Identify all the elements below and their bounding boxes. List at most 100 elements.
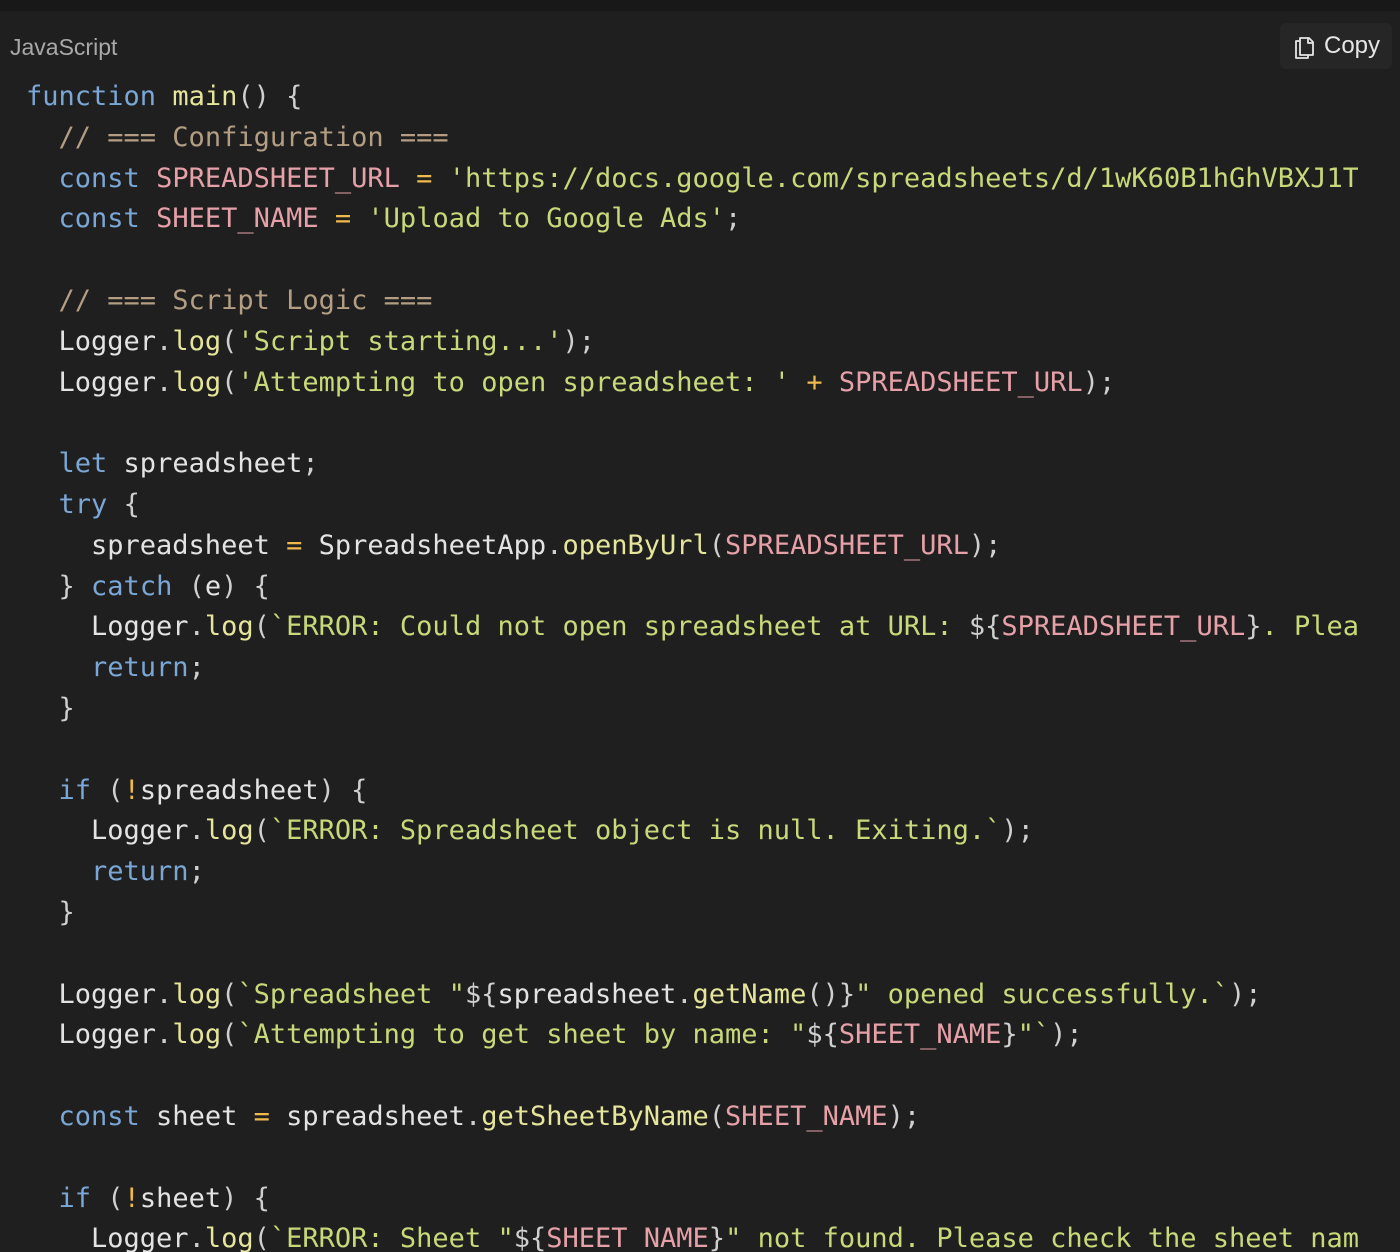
code-token: Logger xyxy=(26,978,157,1010)
code-line: return; xyxy=(26,648,1358,689)
code-token: spreadsheet xyxy=(497,978,677,1010)
code-token: SHEET_NAME xyxy=(725,1100,888,1132)
code-token: { xyxy=(253,570,270,602)
code-line: let spreadsheet; xyxy=(26,444,1358,485)
code-token: . xyxy=(676,978,693,1010)
code-token: let xyxy=(58,448,108,480)
code-token: ) xyxy=(318,774,335,806)
code-token: ( xyxy=(188,570,205,602)
code-token: Logger xyxy=(26,366,157,398)
copy-icon xyxy=(1292,33,1316,59)
code-token: openByUrl xyxy=(562,529,709,561)
code-token: ; xyxy=(725,203,742,235)
code-line: } xyxy=(26,689,1358,730)
code-token: Logger xyxy=(26,1019,157,1051)
code-token: SPREADSHEET_URL xyxy=(1001,611,1246,643)
code-token: . xyxy=(546,529,563,561)
code-token: SHEET_NAME xyxy=(546,1223,709,1252)
code-line: // === Configuration === xyxy=(26,118,1358,159)
code-token: SPREADSHEET_URL xyxy=(725,529,969,561)
code-line: Logger.log('Script starting...'); xyxy=(26,322,1358,363)
code-line: ​ xyxy=(26,240,1358,281)
code-line: if (!spreadsheet) { xyxy=(26,771,1358,812)
code-token: ${ xyxy=(464,978,498,1010)
code-token: . xyxy=(188,815,205,847)
code-token: " not found. Please check the sheet name xyxy=(725,1223,1358,1252)
code-token: { xyxy=(351,774,368,806)
code-token: } xyxy=(1001,1019,1018,1051)
copy-button[interactable]: Copy xyxy=(1280,23,1392,69)
code-token: spreadsheet xyxy=(107,448,303,480)
code-token: } xyxy=(58,692,75,724)
code-token: = xyxy=(416,162,433,194)
code-line: const SPREADSHEET_URL = 'https://docs.go… xyxy=(26,159,1358,200)
code-token: ); xyxy=(1228,978,1262,1010)
code-token: . xyxy=(156,366,173,398)
code-token: ( xyxy=(221,325,238,357)
code-token: main xyxy=(172,81,238,112)
code-token: () { xyxy=(237,81,303,112)
code-token: ; xyxy=(188,856,205,888)
code-token: Logger xyxy=(26,815,189,847)
code-line: Logger.log(`ERROR: Sheet "${SHEET_NAME}"… xyxy=(26,1219,1358,1252)
code-token: . xyxy=(188,1223,205,1252)
code-token: { xyxy=(123,488,140,520)
code-token: `ERROR: Sheet " xyxy=(269,1223,514,1252)
code-line: const sheet = spreadsheet.getSheetByName… xyxy=(26,1097,1358,1138)
code-view[interactable]: function main() { // === Configuration =… xyxy=(26,77,1358,1252)
code-token: . xyxy=(464,1100,482,1132)
code-token: ( xyxy=(708,529,726,561)
code-token: log xyxy=(172,1019,222,1051)
code-token: const xyxy=(58,1100,140,1132)
code-token: ${ xyxy=(806,1019,839,1051)
code-line: ​ xyxy=(26,1056,1358,1097)
code-token: = xyxy=(334,203,352,235)
code-token: Logger xyxy=(26,1223,189,1252)
code-token: { xyxy=(253,1182,270,1214)
code-token: ( xyxy=(221,978,238,1010)
code-token: getName xyxy=(692,978,807,1010)
code-token: "` xyxy=(1017,1019,1051,1051)
code-token: ) xyxy=(221,1182,238,1214)
code-token: log xyxy=(204,815,254,847)
code-token: 'Upload to Google Ads' xyxy=(367,203,726,235)
code-token: . xyxy=(156,978,173,1010)
code-token: ( xyxy=(107,774,124,806)
code-token: . xyxy=(156,325,173,357)
code-token: 'Attempting to open spreadsheet: ' xyxy=(237,366,791,398)
code-token: + xyxy=(806,366,823,398)
code-token: log xyxy=(172,978,222,1010)
code-token: ); xyxy=(1001,815,1034,847)
code-token: log xyxy=(204,1223,254,1252)
code-token: SpreadsheetApp xyxy=(302,529,547,561)
code-block: JavaScript Copy function main() { // ===… xyxy=(0,11,1400,1252)
window-top-strip xyxy=(0,0,1400,11)
code-token: ${ xyxy=(513,1223,547,1252)
code-token: ); xyxy=(1050,1019,1083,1051)
code-token: = xyxy=(253,1100,270,1132)
code-token: ) xyxy=(221,570,238,602)
code-token: } xyxy=(708,1223,726,1252)
code-line: ​ xyxy=(26,403,1358,444)
code-token: ; xyxy=(188,652,205,684)
